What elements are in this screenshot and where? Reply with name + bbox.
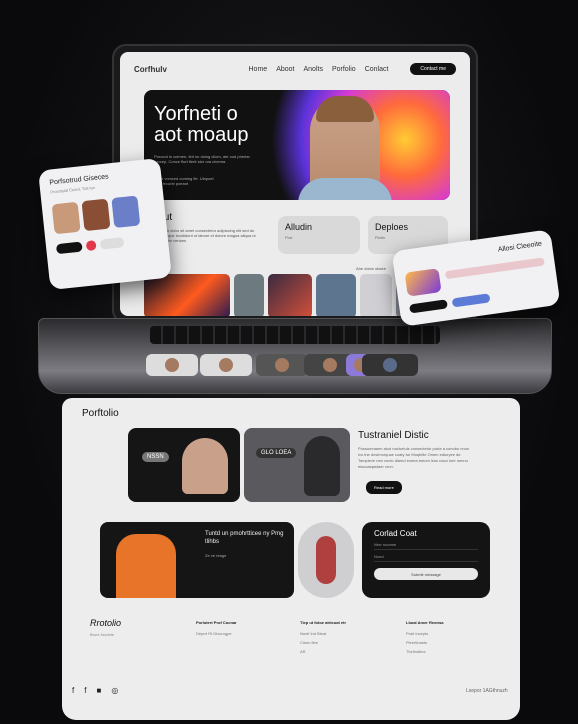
- figure-image: [316, 536, 336, 584]
- floating-avatar-2[interactable]: [81, 198, 111, 232]
- footer-link[interactable]: Nunlt Ind Bleat: [300, 631, 346, 636]
- youtube-icon[interactable]: ■: [96, 686, 101, 695]
- contact-field-message[interactable]: Nond: [374, 554, 478, 562]
- footer-col-1: Porlotert Prof Cocnar Deprrt Rt Dlocrogp…: [196, 620, 237, 636]
- portfolio-card-1[interactable]: NSSN: [128, 428, 240, 502]
- contact-title: Corlad Coat: [374, 529, 417, 538]
- footer-brand-sub: Brure fourlcte: [90, 632, 115, 637]
- quote-block: Tuntd un pmohrtticee ny Pmg tlihbs Ze ve…: [205, 530, 295, 560]
- floating-cta-1[interactable]: [409, 299, 448, 314]
- site-logo[interactable]: Corfhulv: [134, 65, 249, 74]
- quote-author: Ze ve reage: [205, 553, 227, 558]
- portfolio-thumb-neon[interactable]: [144, 274, 230, 316]
- portfolio-thumb-2[interactable]: [234, 274, 264, 316]
- laptop-keyboard: [150, 326, 440, 344]
- instagram-icon[interactable]: ◎: [111, 686, 118, 695]
- floating-cta-2[interactable]: [451, 293, 491, 308]
- portfolio-badge-2: GLO LOEA: [256, 448, 297, 458]
- portfolio-thumb-5[interactable]: [360, 274, 392, 316]
- footer-link[interactable]: Deprrt Rt Dlocrogpe: [196, 631, 232, 636]
- portfolio-badge-1: NSSN: [142, 452, 169, 462]
- floating-progress: [444, 257, 545, 280]
- footer-copyright: Lsepor 1AGthnuzh: [466, 688, 508, 694]
- footer-col-2: Tlep ut fotoe atrtcoat etr Nunlt Ind Ble…: [300, 620, 347, 654]
- floating-card-left: Porfsotrud Giseces Prosrtiulal Ceant, Ti…: [38, 157, 172, 291]
- nav-links: Home Aboot Anolts Porfolio Conlact: [249, 66, 389, 73]
- footer-link[interactable]: Cliorn flee: [300, 640, 346, 645]
- footer-col-3: Lboal Amer Reonsa Prait Incepts Pleertin…: [406, 620, 444, 654]
- floating-avatar-3[interactable]: [111, 195, 141, 229]
- footer-link[interactable]: Tlorlindleor: [406, 649, 443, 654]
- portfolio-card-2[interactable]: GLO LOEA: [244, 428, 350, 502]
- footer-link[interactable]: AR: [300, 649, 346, 654]
- skill-card-alludin[interactable]: Alludin Prot: [278, 216, 360, 254]
- read-more-button[interactable]: Read more: [366, 481, 402, 494]
- nav-link-about[interactable]: Aboot: [276, 66, 294, 73]
- hero-small-text: Bloor voniced coming fie. Uinpoet coat f…: [154, 176, 214, 186]
- dock-avatar-2[interactable]: [200, 354, 252, 376]
- hero-subtitle: Porocut in ocirnen, tinf on doing cliom,…: [154, 154, 250, 164]
- footer-link[interactable]: Prait Incepts: [406, 631, 443, 636]
- nav-link-home[interactable]: Home: [249, 66, 268, 73]
- footer-link[interactable]: Pleertinants: [406, 640, 443, 645]
- portfolio-title: Porftolio: [82, 408, 119, 419]
- hero-portrait: [298, 96, 392, 200]
- nav-link-portfolio[interactable]: Porfolio: [332, 66, 356, 73]
- portfolio-thumb-4[interactable]: [316, 274, 356, 316]
- quote-text: Tuntd un pmohrtticee ny Pmg tlihbs: [205, 531, 284, 545]
- floating-record-icon[interactable]: [85, 240, 97, 252]
- footer-brand: Rrotolio: [90, 618, 122, 628]
- portfolio-person-1: [182, 438, 228, 494]
- feature-heading: Tustraniel Distic: [358, 430, 429, 441]
- site-nav: Corfhulv Home Aboot Anolts Porfolio Conl…: [120, 52, 470, 86]
- nav-link-contact[interactable]: Conlact: [365, 66, 389, 73]
- facebook-alt-icon[interactable]: f: [84, 686, 86, 695]
- contact-form: Corlad Coat Nrer noomm Nond Submit messa…: [362, 522, 490, 598]
- floating-button-2[interactable]: [99, 237, 125, 250]
- floating-button-1[interactable]: [55, 241, 83, 255]
- floating-image[interactable]: [404, 268, 442, 297]
- contact-submit-button[interactable]: Submit message: [374, 568, 478, 580]
- quote-person-image: [116, 534, 176, 598]
- hero-title: Yorfneti o aot moaup: [154, 103, 249, 146]
- nav-link-anolts[interactable]: Anolts: [303, 66, 322, 73]
- dock-avatar-6[interactable]: [362, 354, 418, 376]
- floating-avatar-1[interactable]: [51, 201, 81, 235]
- figure-card: [298, 522, 354, 598]
- dock-avatar-3[interactable]: [256, 354, 308, 376]
- facebook-icon[interactable]: f: [72, 686, 74, 695]
- strip-label-mid: Ahe doice obsee: [356, 266, 386, 271]
- feature-text: Possumnaem alod nacturtuls consectetur p…: [358, 446, 470, 469]
- contact-cta-button[interactable]: Contact me: [410, 63, 456, 75]
- dock-avatar-1[interactable]: [146, 354, 198, 376]
- portfolio-person-2: [304, 436, 340, 496]
- contact-field-name[interactable]: Nrer noomm: [374, 542, 478, 550]
- portfolio-thumb-3[interactable]: [268, 274, 312, 316]
- social-links: f f ■ ◎: [72, 686, 118, 695]
- hero-banner: Yorfneti o aot moaup Porocut in ocirnen, …: [144, 90, 450, 200]
